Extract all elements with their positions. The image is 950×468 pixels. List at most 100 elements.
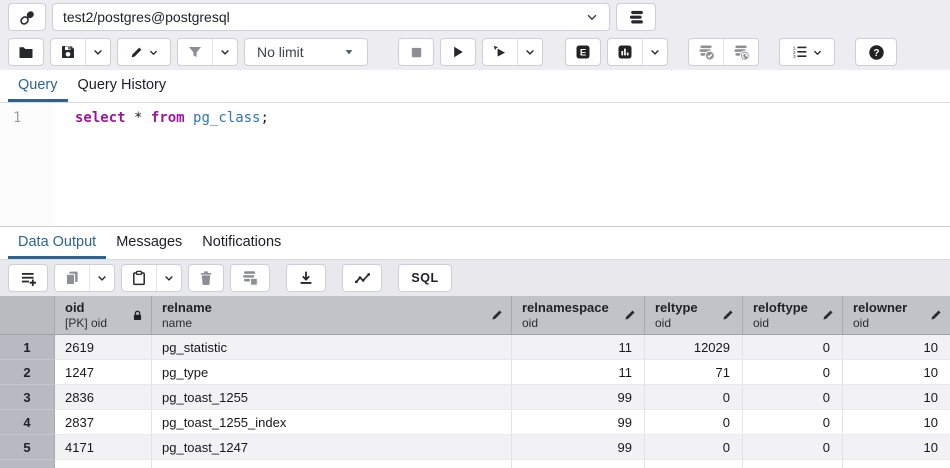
tab-data-output[interactable]: Data Output bbox=[8, 234, 106, 259]
explain-button[interactable]: E bbox=[566, 39, 600, 65]
grid-cell-reltype[interactable] bbox=[645, 460, 743, 468]
grid-cell-reloftype[interactable]: 0 bbox=[743, 385, 843, 410]
grid-cell-relname[interactable]: pg_toast_1255_index bbox=[152, 410, 512, 435]
help-button[interactable]: ? bbox=[856, 39, 896, 65]
delete-row-button[interactable] bbox=[189, 265, 223, 291]
row-number[interactable]: 5 bbox=[0, 435, 55, 460]
grid-cell-reloftype[interactable]: 0 bbox=[743, 360, 843, 385]
column-header-reloftype[interactable]: reloftypeoid bbox=[743, 296, 843, 334]
edit-menu-button[interactable] bbox=[118, 39, 170, 65]
grid-cell-relnamespace[interactable]: 99 bbox=[512, 435, 645, 460]
chevron-down-icon bbox=[163, 272, 175, 284]
column-header-relnamespace[interactable]: relnamespaceoid bbox=[512, 296, 645, 334]
grid-cell-reltype[interactable]: 0 bbox=[645, 435, 743, 460]
connection-status-button[interactable] bbox=[8, 3, 46, 31]
grid-header: oid[PK] oidrelnamenamerelnamespaceoidrel… bbox=[0, 296, 950, 335]
rollback-icon bbox=[732, 43, 750, 61]
grid-cell-relnamespace[interactable]: 11 bbox=[512, 335, 645, 360]
chevron-down-icon bbox=[524, 46, 536, 58]
row-number[interactable] bbox=[0, 460, 55, 468]
grid-cell-relowner[interactable]: 10 bbox=[843, 410, 950, 435]
tab-query[interactable]: Query bbox=[8, 77, 68, 102]
save-file-button[interactable] bbox=[51, 39, 85, 65]
copy-icon bbox=[64, 270, 80, 286]
column-header-reltype[interactable]: reltypeoid bbox=[645, 296, 743, 334]
open-file-button[interactable] bbox=[9, 39, 43, 65]
copy-options-dropdown[interactable] bbox=[89, 265, 114, 291]
row-number[interactable]: 3 bbox=[0, 385, 55, 410]
commit-button[interactable] bbox=[689, 39, 723, 65]
grid-row: 42837pg_toast_1255_index990010 bbox=[0, 410, 950, 435]
paste-icon bbox=[131, 270, 147, 286]
grid-cell-relowner[interactable]: 10 bbox=[843, 360, 950, 385]
column-header-relname[interactable]: relnamename bbox=[152, 296, 512, 334]
grid-cell-oid[interactable]: 1247 bbox=[55, 360, 152, 385]
show-sql-button[interactable]: SQL bbox=[399, 265, 451, 291]
explain-analyze-icon bbox=[617, 44, 633, 60]
execute-options-dropdown[interactable] bbox=[517, 39, 542, 65]
filter-options-dropdown[interactable] bbox=[212, 39, 237, 65]
grid-cell-relowner[interactable]: 10 bbox=[843, 335, 950, 360]
row-number[interactable]: 1 bbox=[0, 335, 55, 360]
grid-cell-reloftype[interactable]: 0 bbox=[743, 335, 843, 360]
execute-options-button[interactable] bbox=[483, 39, 517, 65]
save-options-dropdown[interactable] bbox=[85, 39, 110, 65]
editor-tabbar: Query Query History bbox=[0, 70, 950, 103]
paste-options-dropdown[interactable] bbox=[156, 265, 181, 291]
grid-cell-relname[interactable]: pg_type bbox=[152, 360, 512, 385]
grid-cell-relname[interactable]: pg_toast_1247 bbox=[152, 435, 512, 460]
graph-visualiser-icon bbox=[354, 270, 371, 287]
grid-cell-oid[interactable]: 2836 bbox=[55, 385, 152, 410]
grid-cell-relnamespace[interactable]: 99 bbox=[512, 385, 645, 410]
grid-cell-relnamespace[interactable]: 99 bbox=[512, 410, 645, 435]
grid-cell-reloftype[interactable]: 0 bbox=[743, 435, 843, 460]
help-icon: ? bbox=[868, 44, 885, 61]
grid-cell-oid[interactable]: 2837 bbox=[55, 410, 152, 435]
filter-button[interactable] bbox=[178, 39, 212, 65]
grid-cell-relname[interactable] bbox=[152, 460, 512, 468]
line-number: 1 bbox=[13, 110, 21, 126]
sql-editor[interactable]: select * from pg_class; bbox=[55, 103, 950, 226]
grid-cell-reltype[interactable]: 0 bbox=[645, 410, 743, 435]
add-row-button[interactable] bbox=[9, 265, 47, 291]
paste-button[interactable] bbox=[122, 265, 156, 291]
grid-cell-oid[interactable]: 2619 bbox=[55, 335, 152, 360]
grid-cell-reltype[interactable]: 71 bbox=[645, 360, 743, 385]
graph-visualiser-button[interactable] bbox=[343, 265, 381, 291]
grid-cell-relname[interactable]: pg_toast_1255 bbox=[152, 385, 512, 410]
cancel-query-button[interactable] bbox=[399, 39, 433, 65]
svg-text:?: ? bbox=[873, 48, 879, 59]
tab-query-history[interactable]: Query History bbox=[68, 77, 177, 102]
column-header-oid[interactable]: oid[PK] oid bbox=[55, 296, 152, 334]
download-button[interactable] bbox=[287, 265, 325, 291]
tab-messages[interactable]: Messages bbox=[106, 234, 192, 259]
grid-cell-relnamespace[interactable] bbox=[512, 460, 645, 468]
rollback-button[interactable] bbox=[723, 39, 758, 65]
grid-cell-relnamespace[interactable]: 11 bbox=[512, 360, 645, 385]
explain-options-dropdown[interactable] bbox=[642, 39, 667, 65]
grid-cell-relowner[interactable]: 10 bbox=[843, 385, 950, 410]
grid-cell-reloftype[interactable] bbox=[743, 460, 843, 468]
grid-cell-relowner[interactable]: 10 bbox=[843, 435, 950, 460]
explain-analyze-button[interactable] bbox=[608, 39, 642, 65]
grid-cell-oid[interactable]: 4171 bbox=[55, 435, 152, 460]
execute-button[interactable] bbox=[441, 39, 475, 65]
tab-notifications[interactable]: Notifications bbox=[192, 234, 291, 259]
grid-cell-relname[interactable]: pg_statistic bbox=[152, 335, 512, 360]
grid-cell-oid[interactable] bbox=[55, 460, 152, 468]
grid-cell-reloftype[interactable]: 0 bbox=[743, 410, 843, 435]
row-number[interactable]: 2 bbox=[0, 360, 55, 385]
select-all-corner[interactable] bbox=[0, 296, 55, 334]
grid-cell-reltype[interactable]: 0 bbox=[645, 385, 743, 410]
row-limit-select[interactable]: No limit bbox=[244, 38, 368, 66]
save-data-changes-button[interactable] bbox=[231, 265, 269, 291]
grid-cell-reltype[interactable]: 12029 bbox=[645, 335, 743, 360]
copy-button[interactable] bbox=[55, 265, 89, 291]
macros-button[interactable]: 123 bbox=[780, 39, 834, 65]
new-connection-button[interactable] bbox=[616, 3, 656, 31]
query-tool-window: test2/postgres@postgresql bbox=[0, 0, 950, 468]
row-number[interactable]: 4 bbox=[0, 410, 55, 435]
grid-cell-relowner[interactable] bbox=[843, 460, 950, 468]
connection-selector[interactable]: test2/postgres@postgresql bbox=[52, 3, 610, 31]
column-header-relowner[interactable]: relowneroid bbox=[843, 296, 950, 334]
